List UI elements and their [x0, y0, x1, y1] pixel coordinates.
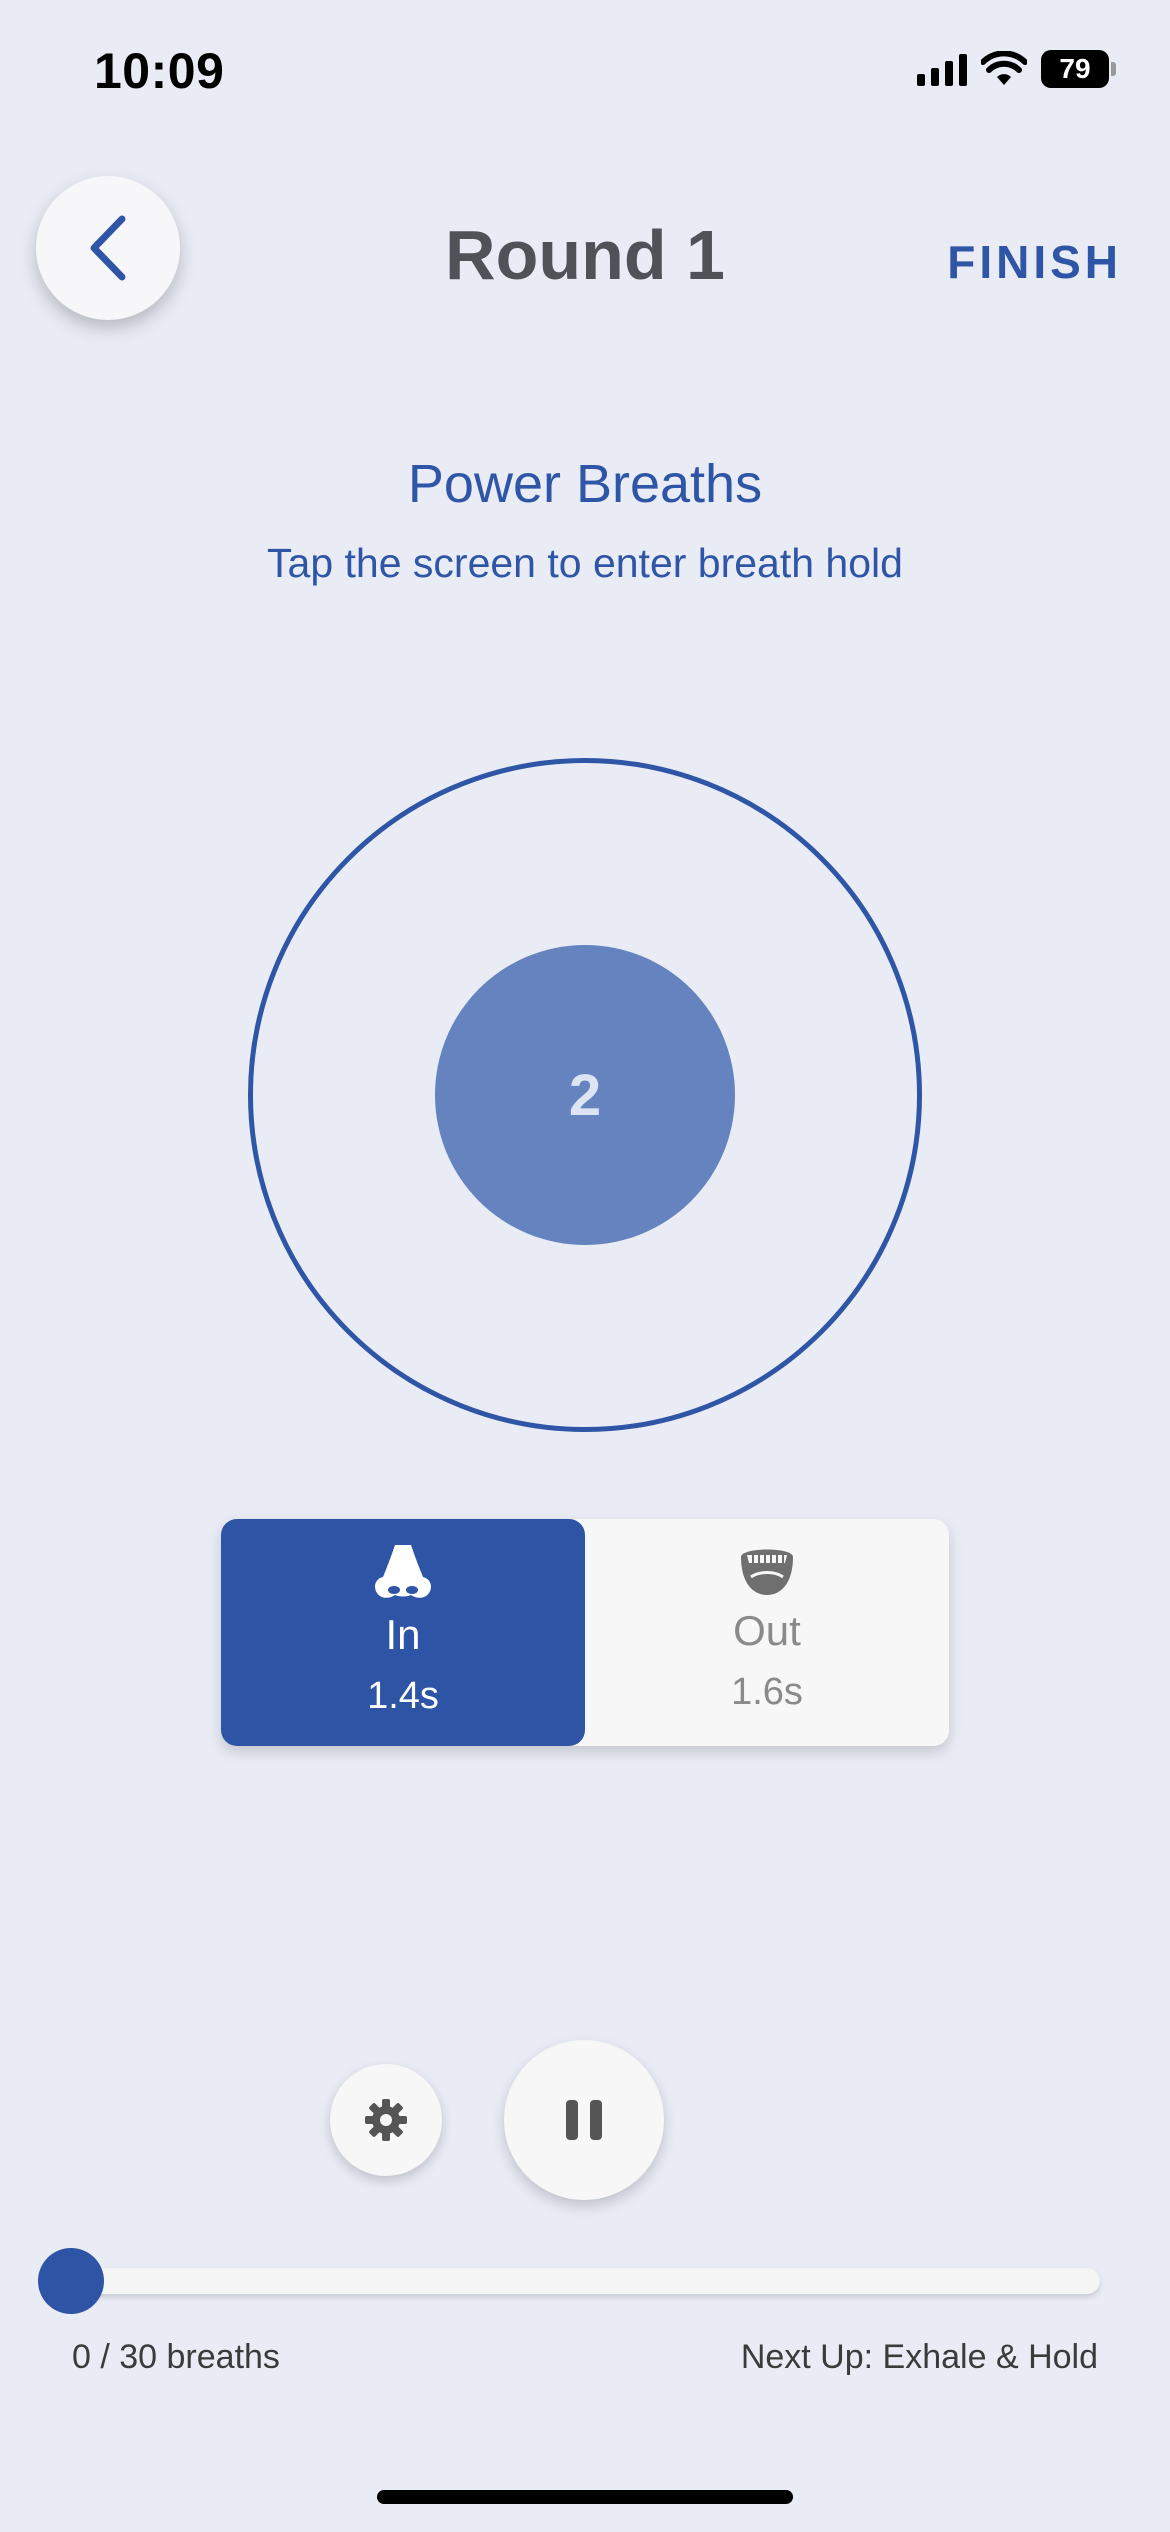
mouth-icon — [741, 1549, 793, 1595]
phase-title: Power Breaths — [407, 454, 763, 514]
exhale-duration: 1.6s — [731, 1671, 803, 1713]
settings-button[interactable] — [330, 2064, 442, 2176]
breathing-session-screen[interactable]: 10:09 79 Round 1 FINISH Power Breaths Ta… — [0, 0, 1170, 2532]
breath-progress-thumb[interactable] — [38, 2248, 104, 2314]
inhale-label: In — [385, 1611, 421, 1658]
finish-button[interactable]: FINISH — [947, 235, 1122, 289]
home-indicator[interactable] — [377, 2490, 793, 2504]
inhale-segment[interactable]: In 1.4s — [221, 1519, 585, 1746]
breath-phase-toggle: In 1.4s Out 1.6s — [221, 1519, 949, 1746]
breath-count: 2 — [568, 1062, 602, 1128]
wifi-icon — [981, 51, 1027, 85]
signal-icon — [917, 52, 967, 86]
pause-button[interactable] — [504, 2040, 664, 2200]
status-time: 10:09 — [94, 43, 225, 99]
inhale-duration: 1.4s — [367, 1675, 439, 1717]
breath-counter-circle[interactable]: 2 — [435, 945, 735, 1245]
nose-icon — [375, 1545, 431, 1598]
exhale-segment[interactable]: Out 1.6s — [585, 1519, 949, 1746]
breath-progress-count: 0 / 30 breaths — [72, 2338, 280, 2376]
phase-instruction: Tap the screen to enter breath hold — [267, 540, 903, 586]
pause-icon — [566, 2100, 602, 2140]
battery-icon: 79 — [1041, 50, 1116, 88]
status-icons: 79 — [917, 50, 1116, 88]
gear-icon — [365, 2099, 407, 2141]
breath-progress-track[interactable] — [66, 2268, 1100, 2294]
exhale-label: Out — [733, 1607, 801, 1654]
battery-level: 79 — [1041, 50, 1109, 88]
next-up-label: Next Up: Exhale & Hold — [740, 2338, 1098, 2376]
